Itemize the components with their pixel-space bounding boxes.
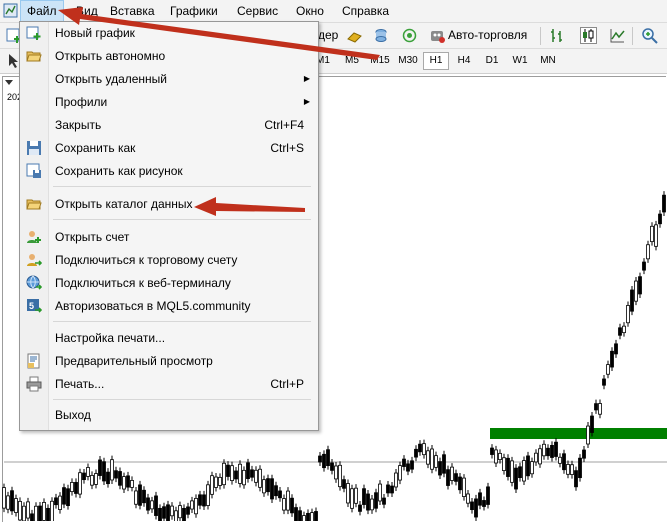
annotation-arrows	[58, 7, 380, 216]
annotation-arrow-to-data-folder	[194, 197, 305, 216]
annotation-arrow-to-file-menu	[58, 7, 380, 60]
